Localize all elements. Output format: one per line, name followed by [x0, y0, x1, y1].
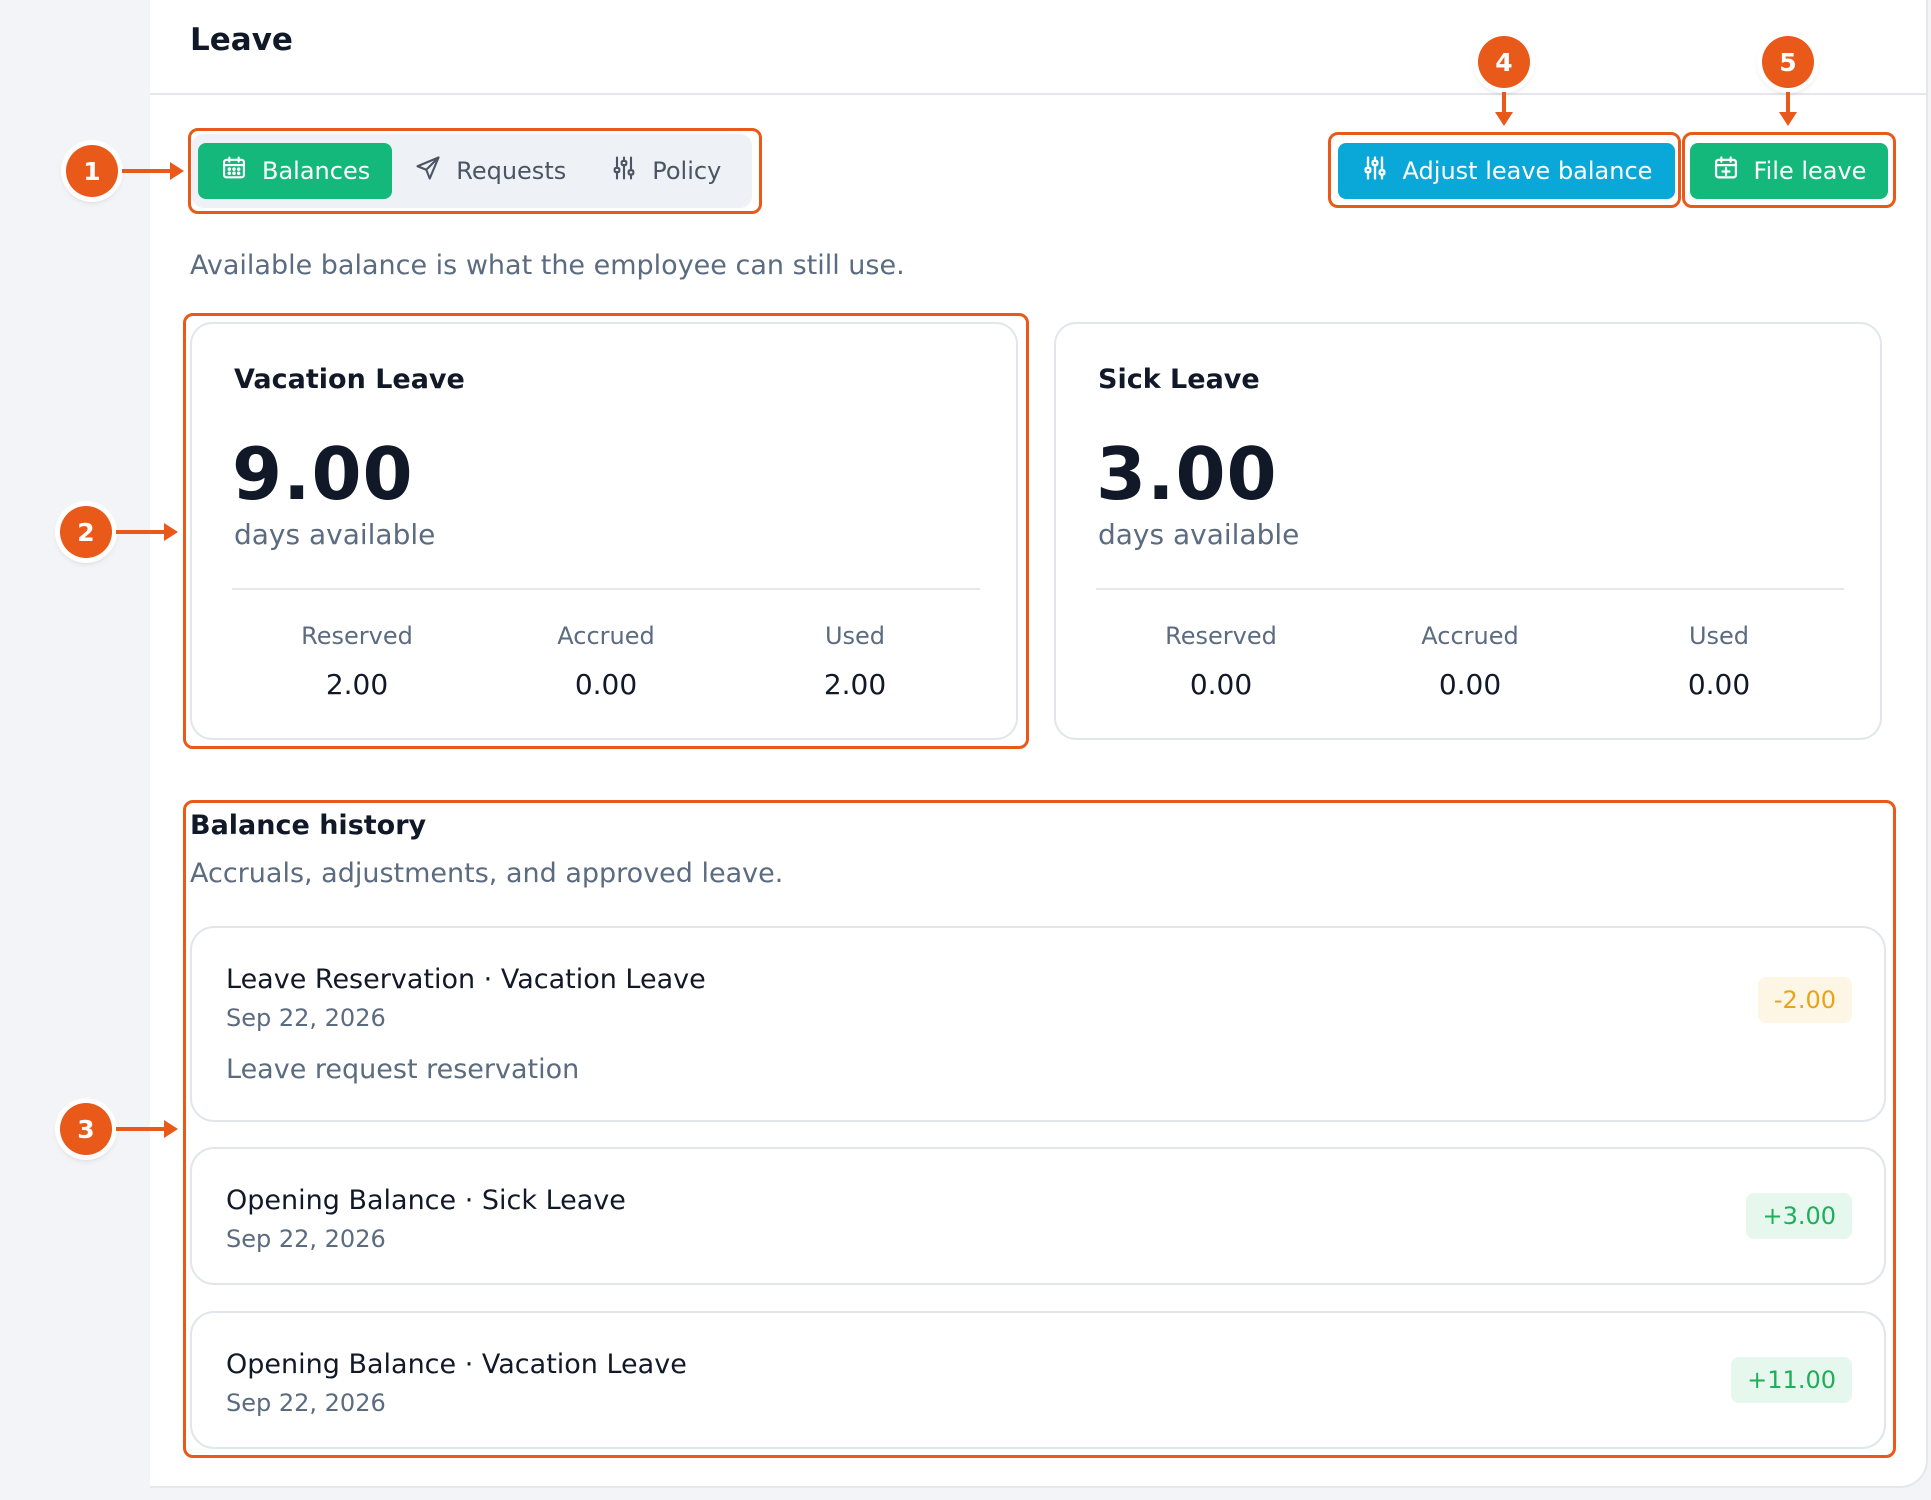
helper-text: Available balance is what the employee c… — [190, 250, 905, 281]
card-subtitle: days available — [1098, 518, 1300, 551]
callout-arrow — [116, 530, 166, 534]
callout-outline-history — [183, 800, 1896, 1458]
callout-outline-adjust — [1328, 132, 1681, 208]
stat-label: Used — [1688, 622, 1750, 650]
card-title: Sick Leave — [1098, 364, 1260, 395]
stat-reserved: Reserved 0.00 — [1096, 622, 1346, 701]
stat-accrued: Accrued 0.00 — [1345, 622, 1595, 701]
callout-arrow — [116, 1127, 166, 1131]
callout-arrow-head — [164, 523, 178, 541]
callout-arrow — [122, 169, 172, 173]
callout-marker-1: 1 — [66, 145, 118, 197]
callout-arrow — [1502, 92, 1506, 114]
stat-label: Reserved — [1165, 622, 1277, 650]
stat-value: 0.00 — [1438, 668, 1502, 701]
stat-value: 0.00 — [1687, 668, 1751, 701]
sick-leave-card: Sick Leave 3.00 days available Reserved … — [1054, 322, 1882, 740]
stat-used: Used 0.00 — [1594, 622, 1844, 701]
card-divider — [1096, 588, 1844, 590]
callout-outline-balance-card — [183, 313, 1029, 749]
callout-marker-3: 3 — [60, 1103, 112, 1155]
callout-outline-tabs — [188, 128, 762, 214]
callout-arrow — [1786, 92, 1790, 114]
header-divider — [150, 93, 1928, 95]
callout-marker-2: 2 — [60, 506, 112, 558]
callout-arrow-head — [1495, 112, 1513, 126]
callout-arrow-head — [164, 1120, 178, 1138]
callout-arrow-head — [170, 162, 184, 180]
stat-value: 0.00 — [1189, 668, 1253, 701]
callout-marker-4: 4 — [1478, 36, 1530, 88]
card-value: 3.00 — [1096, 432, 1278, 516]
page-title: Leave — [190, 22, 293, 58]
callout-outline-file-leave — [1682, 132, 1896, 208]
stat-label: Accrued — [1421, 622, 1519, 650]
callout-arrow-head — [1779, 112, 1797, 126]
callout-marker-5: 5 — [1762, 36, 1814, 88]
